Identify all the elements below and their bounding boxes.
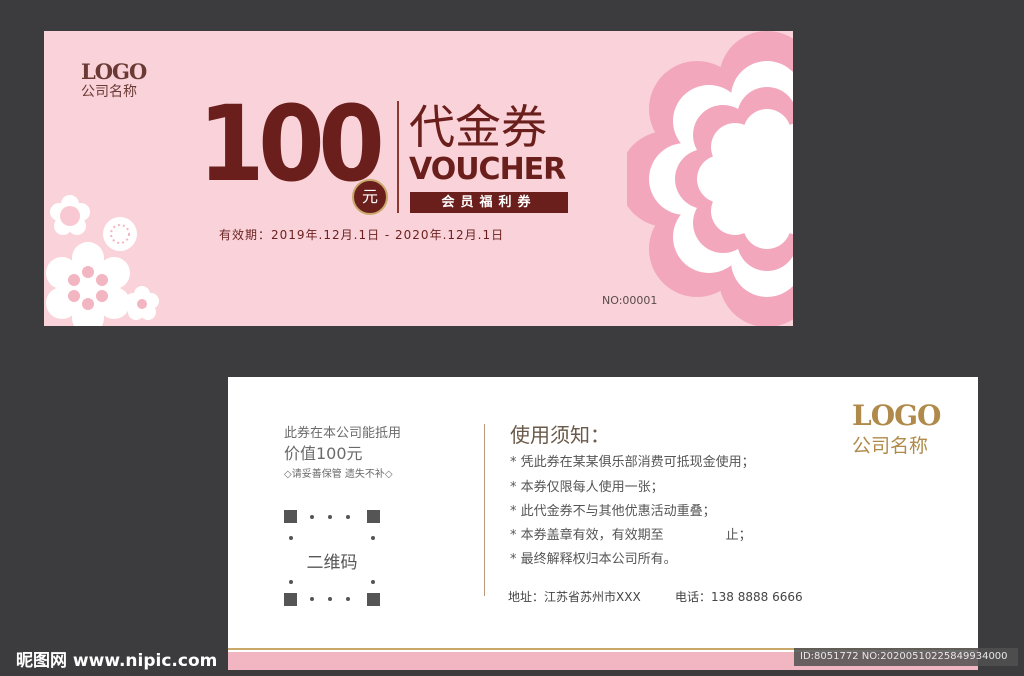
qr-code-placeholder: 二维码 (284, 510, 380, 606)
voucher-back: 此券在本公司能抵用 价值100元 ◇请妥善保管 遗失不补◇ 二维码 使用须知： … (228, 377, 978, 670)
notice-item: * 凭此券在某某俱乐部消费可抵现金使用； (510, 455, 755, 470)
flower-icon (46, 195, 159, 326)
notice-item: * 此代金券不与其他优惠活动重叠； (510, 504, 716, 519)
qr-dot (310, 597, 314, 601)
company-name: 公司名称 (852, 435, 929, 457)
qr-dot (346, 597, 350, 601)
company-logo: LOGO (852, 399, 941, 432)
notice-item: * 最终解释权归本公司所有。 (510, 552, 677, 567)
title-divider (397, 101, 399, 213)
notice-title: 使用须知： (510, 423, 610, 447)
phone-text: 电话：138 8888 6666 (675, 590, 803, 604)
qr-dot (328, 597, 332, 601)
site-watermark: 昵图网 www.nipic.com (16, 651, 218, 671)
address-text: 地址：江苏省苏州市XXX (508, 590, 641, 604)
company-name: 公司名称 (81, 84, 137, 100)
keep-note: ◇请妥善保管 遗失不补◇ (284, 469, 393, 480)
qr-corner (284, 593, 297, 606)
member-tag: 会员福利券 (410, 192, 568, 213)
qr-dot (310, 515, 314, 519)
serial-number: NO:00001 (602, 294, 658, 307)
qr-dot (328, 515, 332, 519)
qr-dot (289, 536, 293, 540)
notice-item: * 本券盖章有效，有效期至 止； (510, 528, 752, 543)
image-id-tag: ID:8051772 NO:20200510225849934000 (794, 648, 1018, 666)
qr-label: 二维码 (306, 553, 358, 573)
notice-item: * 本券仅限每人使用一张； (510, 480, 664, 495)
qr-dot (289, 580, 293, 584)
voucher-title-en: VOUCHER (409, 152, 566, 187)
qr-dot (371, 536, 375, 540)
qr-dot (346, 515, 350, 519)
voucher-title-cn: 代金券 (409, 100, 547, 154)
voucher-front: LOGO 公司名称 100 元 代金券 VOUCHER 会员福利券 有效期：20… (44, 31, 793, 326)
flower-icon (627, 31, 793, 326)
qr-corner (367, 510, 380, 523)
voucher-amount: 100 (198, 83, 385, 205)
usage-text: 此券在本公司能抵用 (284, 426, 402, 441)
validity-period: 有效期：2019年.12月.1日 - 2020年.12月.1日 (219, 228, 505, 242)
value-text: 价值100元 (284, 444, 363, 463)
qr-dot (371, 580, 375, 584)
currency-badge: 元 (352, 179, 388, 215)
section-divider (484, 424, 485, 596)
qr-corner (367, 593, 380, 606)
qr-corner (284, 510, 297, 523)
